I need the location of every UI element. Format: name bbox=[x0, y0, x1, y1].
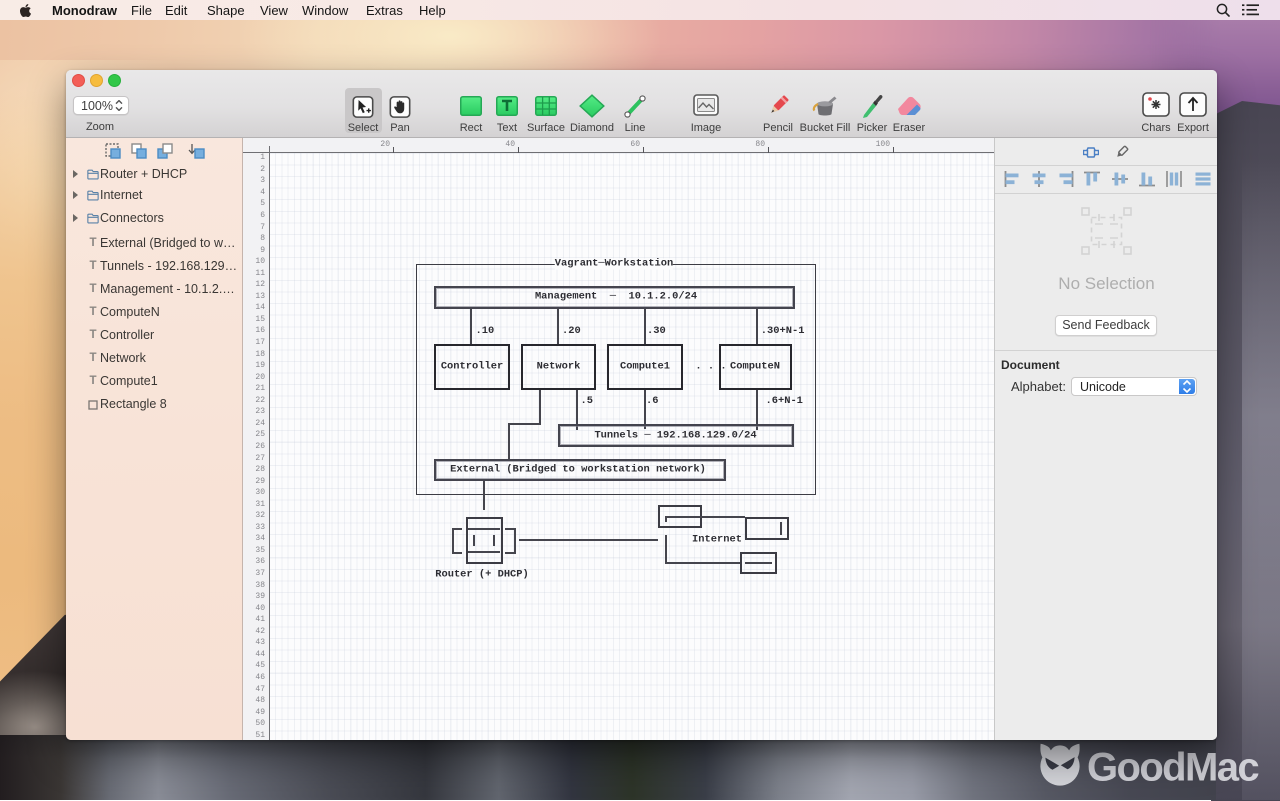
svg-text:GoodMac: GoodMac bbox=[1087, 746, 1259, 790]
